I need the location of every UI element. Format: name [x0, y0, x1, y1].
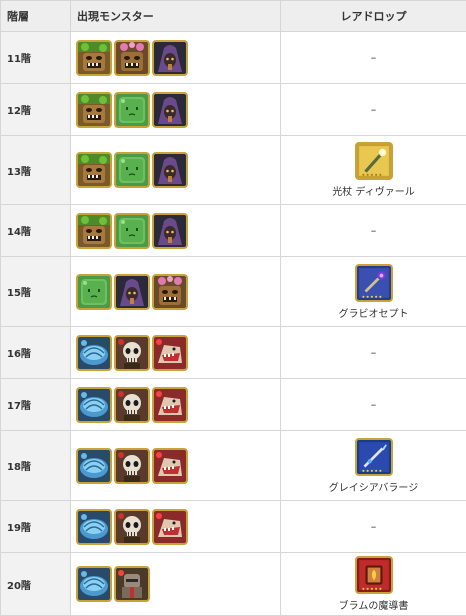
no-drop-dash: – [371, 51, 377, 64]
floor-table: 階層 出現モンスター レアドロップ 11階–12階–13階光杖 ディヴァール14… [0, 0, 466, 616]
table-row: 14階 – [1, 205, 466, 257]
table-row: 12階 – [1, 84, 466, 136]
monster-cell [71, 84, 281, 136]
floor-label: 16階 [1, 327, 71, 379]
floor-label: 19階 [1, 501, 71, 553]
purple-witch-icon[interactable] [152, 213, 188, 249]
red-beast-icon[interactable] [152, 335, 188, 371]
skeleton-icon[interactable] [114, 509, 150, 545]
red-beast-icon[interactable] [152, 509, 188, 545]
dark-scepter-icon[interactable] [355, 264, 393, 302]
table-row: 15階グラビオセプト [1, 257, 466, 327]
floor-label: 14階 [1, 205, 71, 257]
pink-treant-icon[interactable] [114, 40, 150, 76]
monster-cell [71, 553, 281, 616]
floor-label: 13階 [1, 136, 71, 205]
monster-cell [71, 379, 281, 431]
blue-shell-icon[interactable] [76, 509, 112, 545]
monster-cell [71, 136, 281, 205]
purple-witch-icon[interactable] [152, 152, 188, 188]
skeleton-icon[interactable] [114, 448, 150, 484]
red-beast-icon[interactable] [152, 387, 188, 423]
rare-drop-cell: – [281, 327, 466, 379]
green-slime-icon[interactable] [114, 92, 150, 128]
rare-drop-cell: グレイシアバラージ [281, 431, 466, 501]
table-row: 16階 – [1, 327, 466, 379]
green-slime-icon[interactable] [76, 274, 112, 310]
blue-shell-icon[interactable] [76, 566, 112, 602]
rare-drop-name[interactable]: グレイシアバラージ [281, 479, 466, 494]
floor-label: 18階 [1, 431, 71, 501]
no-drop-dash: – [371, 346, 377, 359]
rare-drop-cell: – [281, 84, 466, 136]
header-floor: 階層 [1, 1, 71, 32]
rare-drop-cell: ブラムの魔導書 [281, 553, 466, 616]
wood-treant-icon[interactable] [76, 152, 112, 188]
blue-shell-icon[interactable] [76, 387, 112, 423]
floor-label: 11階 [1, 32, 71, 84]
table-row: 17階 – [1, 379, 466, 431]
table-row: 11階 – [1, 32, 466, 84]
skeleton-icon[interactable] [114, 335, 150, 371]
rare-drop-cell: グラビオセプト [281, 257, 466, 327]
light-staff-icon[interactable] [355, 142, 393, 180]
purple-witch-icon[interactable] [152, 92, 188, 128]
rare-drop-cell: 光杖 ディヴァール [281, 136, 466, 205]
floor-label: 20階 [1, 553, 71, 616]
ice-spear-icon[interactable] [355, 438, 393, 476]
green-slime-icon[interactable] [114, 213, 150, 249]
no-drop-dash: – [371, 520, 377, 533]
header-monsters: 出現モンスター [71, 1, 281, 32]
purple-witch-icon[interactable] [152, 40, 188, 76]
floor-label: 17階 [1, 379, 71, 431]
floor-label: 12階 [1, 84, 71, 136]
blue-shell-icon[interactable] [76, 448, 112, 484]
monster-cell [71, 431, 281, 501]
armored-knight-icon[interactable] [114, 566, 150, 602]
table-row: 18階グレイシアバラージ [1, 431, 466, 501]
rare-drop-cell: – [281, 501, 466, 553]
wood-treant-icon[interactable] [76, 213, 112, 249]
no-drop-dash: – [371, 103, 377, 116]
no-drop-dash: – [371, 224, 377, 237]
fire-tome-icon[interactable] [355, 556, 393, 594]
monster-cell [71, 327, 281, 379]
wood-treant-icon[interactable] [76, 92, 112, 128]
wood-treant-icon[interactable] [76, 40, 112, 76]
monster-cell [71, 205, 281, 257]
no-drop-dash: – [371, 398, 377, 411]
header-rare-drop: レアドロップ [281, 1, 466, 32]
monster-cell [71, 501, 281, 553]
rare-drop-cell: – [281, 379, 466, 431]
monster-cell [71, 257, 281, 327]
rare-drop-name[interactable]: ブラムの魔導書 [281, 597, 466, 612]
rare-drop-cell: – [281, 205, 466, 257]
table-row: 20階ブラムの魔導書 [1, 553, 466, 616]
red-beast-icon[interactable] [152, 448, 188, 484]
rare-drop-name[interactable]: グラビオセプト [281, 305, 466, 320]
monster-cell [71, 32, 281, 84]
skeleton-icon[interactable] [114, 387, 150, 423]
table-row: 19階 – [1, 501, 466, 553]
table-header-row: 階層 出現モンスター レアドロップ [1, 1, 466, 32]
purple-witch-icon[interactable] [114, 274, 150, 310]
green-slime-icon[interactable] [114, 152, 150, 188]
floor-label: 15階 [1, 257, 71, 327]
table-row: 13階光杖 ディヴァール [1, 136, 466, 205]
rare-drop-cell: – [281, 32, 466, 84]
rare-drop-name[interactable]: 光杖 ディヴァール [281, 183, 466, 198]
pink-treant-icon[interactable] [152, 274, 188, 310]
blue-shell-icon[interactable] [76, 335, 112, 371]
